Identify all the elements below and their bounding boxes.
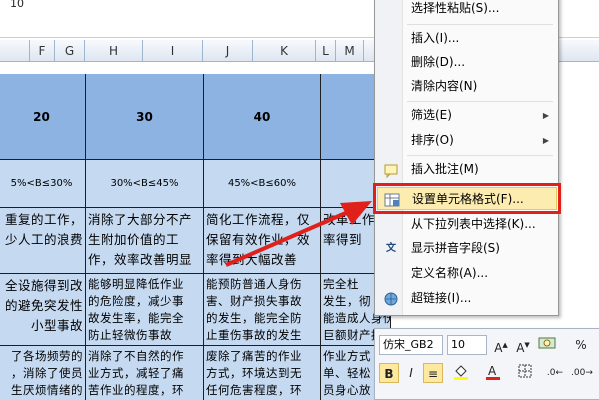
fill-color-icon[interactable] (451, 363, 471, 383)
menu-separator (407, 155, 553, 156)
description-cell[interactable]: 消除了大部分不产 生附加价值的工 作，效率改善明显 (86, 208, 204, 274)
column-header-f[interactable]: F (30, 40, 55, 62)
center-align-icon[interactable]: ≡ (423, 363, 443, 383)
description-cell[interactable]: 消除了不自然的作 业方式，减轻了痛 苦作业的程度，环 (86, 346, 204, 400)
menu-item-format-cells[interactable]: 设置单元格格式(F)... (373, 183, 561, 214)
font-name-select[interactable]: 仿宋_GB2 (379, 335, 443, 355)
menu-separator (407, 24, 553, 25)
menu-item-paste-special[interactable]: 选择性粘贴(S)... (377, 0, 557, 20)
decrease-decimal-icon[interactable]: .00→ (571, 363, 593, 383)
menu-item-pick-from-list[interactable]: 从下拉列表中选择(K)... (377, 213, 557, 236)
menu-item-hyperlink[interactable]: 超链接(I)... (377, 287, 557, 310)
description-cell[interactable]: 废除了痛苦的作业 方式，环境达到无 任何危害程度，环 (204, 346, 321, 400)
percent-format-button[interactable]: % (571, 335, 591, 355)
description-cell[interactable]: 简化工作流程，仅 保留有效作业，效 率得到大幅改善 (204, 208, 321, 274)
description-cell[interactable]: 能预防普通人身伤 害、财产损失事故 的发生，能完全防 止重伤事故的发生 (204, 274, 321, 346)
shrink-font-icon[interactable]: A▼ (513, 335, 533, 355)
italic-button[interactable]: I (401, 363, 421, 383)
score-cell[interactable]: 30 (86, 74, 204, 160)
column-header-k[interactable]: K (253, 40, 316, 62)
column-header-l[interactable]: L (316, 40, 336, 62)
hyperlink-icon (383, 291, 399, 307)
column-header-h[interactable]: H (85, 40, 143, 62)
submenu-arrow-icon: ▶ (542, 111, 549, 120)
context-menu: 选择性粘贴(S)... 插入(I)... 删除(D)... 清除内容(N) 筛选… (373, 0, 561, 316)
bold-button[interactable]: B (379, 363, 399, 383)
column-header-m[interactable]: M (336, 40, 364, 62)
borders-icon[interactable] (515, 363, 535, 383)
font-color-icon[interactable]: A (483, 363, 503, 383)
svg-text:A: A (488, 364, 497, 378)
menu-item-define-name[interactable]: 定义名称(A)... (377, 262, 557, 285)
phonetic-icon: 文 (386, 243, 396, 254)
column-header-i[interactable]: I (143, 40, 203, 62)
menu-item-sort[interactable]: 排序(O) ▶ (377, 129, 557, 152)
menu-separator (407, 101, 553, 102)
submenu-arrow-icon: ▶ (542, 136, 549, 145)
column-header-g[interactable]: G (55, 40, 85, 62)
menu-item-filter[interactable]: 筛选(E) ▶ (377, 104, 557, 127)
description-cell[interactable]: 能够明显降低作业 的危险度，减少事 故发生率，能完全 防止轻微伤事故 (86, 274, 204, 346)
column-header-e[interactable] (0, 40, 30, 62)
menu-item-insert[interactable]: 插入(I)... (377, 27, 557, 50)
grow-font-icon[interactable]: A▲ (491, 335, 511, 355)
range-cell[interactable]: 45%<B≤60% (204, 160, 321, 208)
menu-item-clear-contents[interactable]: 清除内容(N) (377, 75, 557, 98)
menu-item-insert-comment[interactable]: 插入批注(M) (377, 158, 557, 181)
column-header-j[interactable]: J (203, 40, 253, 62)
range-cell[interactable]: 5%<B≤30% (0, 160, 86, 208)
menu-item-show-phonetic[interactable]: 文 显示拼音字段(S) (377, 237, 557, 260)
description-cell[interactable]: 全设施得到改 的避免突发性 小型事故 (0, 274, 86, 346)
currency-format-icon[interactable] (537, 335, 557, 355)
mini-toolbar: 仿宋_GB2 10 A▲ A▼ % B I ≡ A .0← .00→ (374, 328, 599, 400)
description-cell[interactable]: 重复的工作， 少人工的浪费 (0, 208, 86, 274)
font-size-select[interactable]: 10 (447, 335, 487, 355)
score-cell[interactable]: 40 (204, 74, 321, 160)
increase-decimal-icon[interactable]: .0← (545, 363, 565, 383)
range-cell[interactable]: 30%<B≤45% (86, 160, 204, 208)
score-cell[interactable]: 20 (0, 74, 86, 160)
description-cell[interactable]: 了各场频劳的 ，消除了使员 生厌烦情绪的 (0, 346, 86, 400)
comment-icon (383, 162, 399, 179)
format-cells-icon (384, 192, 400, 208)
menu-item-delete[interactable]: 删除(D)... (377, 51, 557, 74)
formula-value[interactable]: 10 (10, 0, 24, 10)
